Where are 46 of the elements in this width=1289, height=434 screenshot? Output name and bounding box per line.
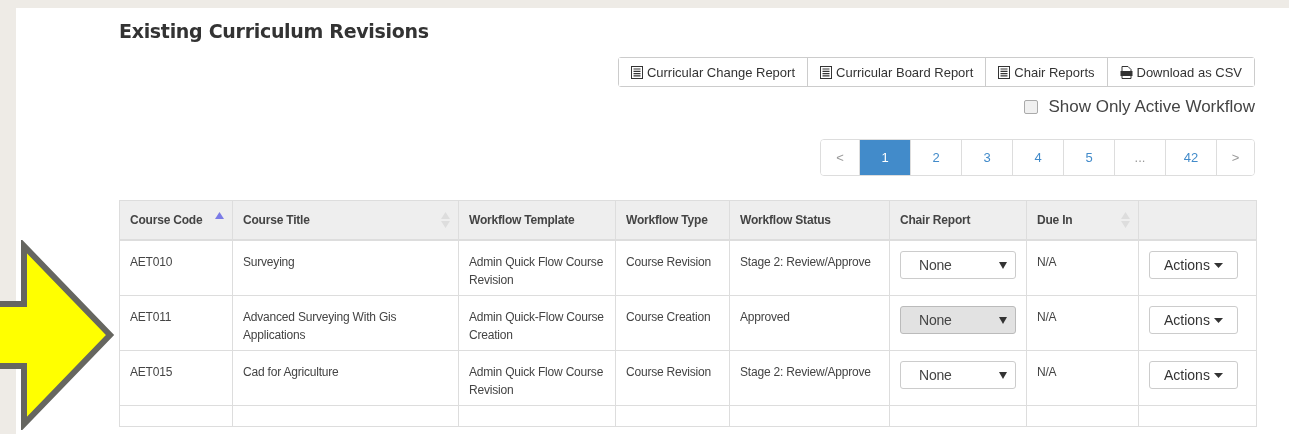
list-icon [998, 65, 1011, 79]
chair-report-select[interactable]: None [900, 251, 1016, 279]
caret-icon [1213, 262, 1223, 268]
column-header[interactable]: Course Code [119, 200, 233, 240]
table-cell: Stage 2: Review/Approve [729, 350, 890, 406]
table-cell: N/A [1026, 240, 1139, 296]
actions-button[interactable]: Actions [1149, 251, 1238, 279]
column-header: Workflow Type [615, 200, 730, 240]
column-header[interactable]: Course Title [232, 200, 459, 240]
table-cell: AET011 [119, 295, 233, 351]
column-header: Workflow Template [458, 200, 616, 240]
table-cell: N/A [1026, 295, 1139, 351]
caret-icon [1213, 317, 1223, 323]
column-header: Workflow Status [729, 200, 890, 240]
table-cell: AET015 [119, 350, 233, 406]
table-cell: Admin Quick Flow Course Revision [458, 240, 616, 296]
caret-icon [1213, 372, 1223, 378]
actions-button[interactable]: Actions [1149, 361, 1238, 389]
dropdown-caret-icon [999, 316, 1007, 324]
dropdown-caret-icon [999, 261, 1007, 269]
table-cell: Surveying [232, 240, 459, 296]
table-cell: Admin Quick Flow Course Revision [458, 350, 616, 406]
list-icon [630, 65, 643, 79]
column-header: Chair Report [889, 200, 1027, 240]
column-header[interactable]: Due In [1026, 200, 1139, 240]
table-cell: Approved [729, 295, 890, 351]
chair-report-select[interactable]: None [900, 361, 1016, 389]
checkbox-label: Show Only Active Workflow [1048, 97, 1255, 117]
table-cell: Stage 2: Review/Approve [729, 240, 890, 296]
table-cell: Cad for Agriculture [232, 350, 459, 406]
sort-ascending-icon [215, 212, 224, 219]
dropdown-caret-icon [999, 371, 1007, 379]
table-cell: Course Creation [615, 295, 730, 351]
checkbox[interactable] [1024, 100, 1039, 114]
actions-button[interactable]: Actions [1149, 306, 1238, 334]
report-button[interactable]: Download as CSV [1106, 58, 1254, 86]
table-cell: Course Revision [615, 350, 730, 406]
csv-file-icon [1119, 65, 1133, 79]
table-cell: Course Revision [615, 240, 730, 296]
page-title: Existing Curriculum Revisions [119, 19, 430, 44]
list-icon [820, 65, 832, 79]
table-cell: AET010 [119, 240, 233, 296]
table-cell: Admin Quick-Flow Course Creation [458, 295, 616, 351]
page-link[interactable]: 1 [859, 140, 910, 175]
table-cell: N/A [1026, 350, 1139, 406]
table-cell: Advanced Surveying With Gis Applications [232, 295, 459, 351]
